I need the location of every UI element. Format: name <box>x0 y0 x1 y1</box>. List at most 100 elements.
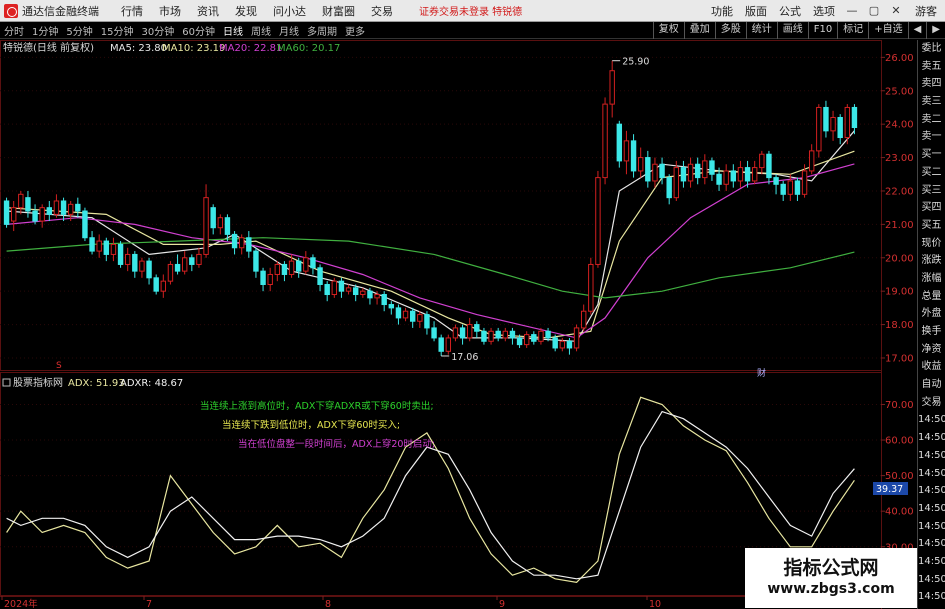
sidebar-item[interactable]: 净资 <box>918 341 945 359</box>
sidebar-item[interactable]: 买三 <box>918 182 945 200</box>
event-mark-s[interactable]: S <box>56 361 62 371</box>
candle-body <box>680 167 687 182</box>
candlesticks <box>3 60 858 356</box>
indicator-window-label[interactable]: 股票指标网 <box>13 376 63 389</box>
sidebar-item[interactable]: 14:50 <box>918 500 945 518</box>
sidebar-item[interactable]: 14:50 <box>918 447 945 465</box>
menu-item-market[interactable]: 行情 <box>113 3 151 19</box>
candle-body <box>459 327 466 339</box>
candle-body <box>395 307 402 319</box>
period-5min[interactable]: 5分钟 <box>62 23 96 38</box>
period-1min[interactable]: 1分钟 <box>28 23 62 38</box>
maximize-icon[interactable]: ▢ <box>863 0 885 22</box>
sidebar-item[interactable]: 卖五 <box>918 58 945 76</box>
sidebar-item[interactable]: 14:50 <box>918 553 945 571</box>
menu-bar: 通达信金融终端 行情 市场 资讯 发现 问小达 财富圈 交易 证券交易未登录 特… <box>0 0 945 22</box>
draw-button[interactable]: 画线 <box>776 21 808 39</box>
sidebar-item[interactable]: 14:50 <box>918 571 945 589</box>
sidebar-item[interactable]: 买二 <box>918 164 945 182</box>
stats-button[interactable]: 统计 <box>745 21 777 39</box>
candle-body <box>637 157 644 172</box>
sidebar-item[interactable]: 卖一 <box>918 128 945 146</box>
candle-body <box>310 257 316 269</box>
candle-body <box>573 327 580 349</box>
adjust-button[interactable]: 复权 <box>652 21 684 39</box>
sidebar-item[interactable]: 14:50 <box>918 429 945 447</box>
sidebar-item[interactable]: 现价 <box>918 235 945 253</box>
menu-item-function[interactable]: 功能 <box>705 3 739 19</box>
period-weekly[interactable]: 周线 <box>247 23 275 38</box>
candle-body <box>388 304 395 309</box>
candle-body <box>331 280 338 296</box>
menu-item-formula[interactable]: 公式 <box>773 3 807 19</box>
sidebar-item[interactable]: 14:50 <box>918 482 945 500</box>
mark-button[interactable]: 标记 <box>837 21 868 39</box>
menu-item-markets[interactable]: 市场 <box>151 3 189 19</box>
price-tick-label: 22.00 <box>885 186 914 197</box>
sidebar-item[interactable]: 委比 <box>918 40 945 58</box>
menu-item-wealth[interactable]: 财富圈 <box>314 3 363 19</box>
sidebar-item[interactable]: 涨跌 <box>918 252 945 270</box>
candle-body <box>181 257 188 272</box>
period-60min[interactable]: 60分钟 <box>178 23 219 38</box>
period-15min[interactable]: 15分钟 <box>97 23 138 38</box>
candle-body <box>816 106 822 152</box>
sidebar-item[interactable]: 收益 <box>918 358 945 376</box>
sidebar-item[interactable]: 买五 <box>918 217 945 235</box>
candle-body <box>474 324 480 332</box>
period-tick[interactable]: 分时 <box>0 23 28 38</box>
sidebar-item[interactable]: 14:50 <box>918 588 945 606</box>
candle-body <box>509 330 516 339</box>
menu-item-discover[interactable]: 发现 <box>227 3 265 19</box>
sidebar-item[interactable]: 涨幅 <box>918 270 945 288</box>
close-icon[interactable]: ✕ <box>885 0 907 22</box>
nav-prev-icon[interactable]: ◀ <box>907 21 927 39</box>
candle-body <box>723 170 729 185</box>
menu-item-options[interactable]: 选项 <box>807 3 841 19</box>
menu-item-layout[interactable]: 版面 <box>739 3 773 19</box>
trade-login-warning[interactable]: 证券交易未登录 特锐德 <box>419 3 522 18</box>
period-multi[interactable]: 多周期 <box>303 23 341 38</box>
candle-body <box>523 334 530 346</box>
candle-body <box>174 263 181 272</box>
menu-item-ask[interactable]: 问小达 <box>265 3 314 19</box>
sidebar-item[interactable]: 买一 <box>918 146 945 164</box>
sidebar-item[interactable]: 自动 <box>918 376 945 394</box>
candle-body <box>124 253 131 265</box>
indicator-window-icon[interactable] <box>2 378 11 387</box>
candle-body <box>189 257 195 265</box>
sidebar-item[interactable]: 卖三 <box>918 93 945 111</box>
multi-stock-button[interactable]: 多股 <box>714 21 746 39</box>
nav-next-icon[interactable]: ▶ <box>926 21 945 39</box>
sidebar-item[interactable]: 买四 <box>918 199 945 217</box>
chart-area[interactable]: 26.00 25.00 24.00 23.00 22.00 21.00 20.00 19.00… <box>0 40 917 609</box>
sidebar-item[interactable]: 交易 <box>918 394 945 412</box>
candle-body <box>837 116 843 139</box>
period-daily[interactable]: 日线 <box>219 23 247 38</box>
sidebar-item[interactable]: 卖四 <box>918 75 945 93</box>
sidebar-item[interactable]: 外盘 <box>918 305 945 323</box>
add-watchlist-button[interactable]: +自选 <box>868 21 907 39</box>
sidebar-item[interactable]: 14:50 <box>918 535 945 553</box>
sidebar-item[interactable]: 14:50 <box>918 518 945 536</box>
sidebar-item[interactable]: 14:50 <box>918 411 945 429</box>
menu-item-news[interactable]: 资讯 <box>189 3 227 19</box>
candle-body <box>659 163 665 179</box>
price-tick-label: 19.00 <box>885 287 914 298</box>
period-monthly[interactable]: 月线 <box>275 23 303 38</box>
sidebar-item[interactable]: 14:50 <box>918 465 945 483</box>
app-title: 通达信金融终端 <box>22 4 99 18</box>
sidebar-item[interactable]: 卖二 <box>918 111 945 129</box>
menu-item-trade[interactable]: 交易 <box>363 3 401 19</box>
minimize-icon[interactable]: — <box>841 0 863 22</box>
overlay-button[interactable]: 叠加 <box>683 21 715 39</box>
sidebar-item[interactable]: 总量 <box>918 288 945 306</box>
period-more[interactable]: 更多 <box>341 23 369 38</box>
event-mark-finance[interactable]: 财 <box>757 367 766 379</box>
candle-body <box>466 324 473 339</box>
sidebar-item[interactable]: 换手 <box>918 323 945 341</box>
period-30min[interactable]: 30分钟 <box>137 23 178 38</box>
f10-button[interactable]: F10 <box>807 21 837 39</box>
chart-title: 特锐德(日线 前复权) <box>3 41 94 54</box>
guest-label[interactable]: 游客 <box>907 3 945 19</box>
